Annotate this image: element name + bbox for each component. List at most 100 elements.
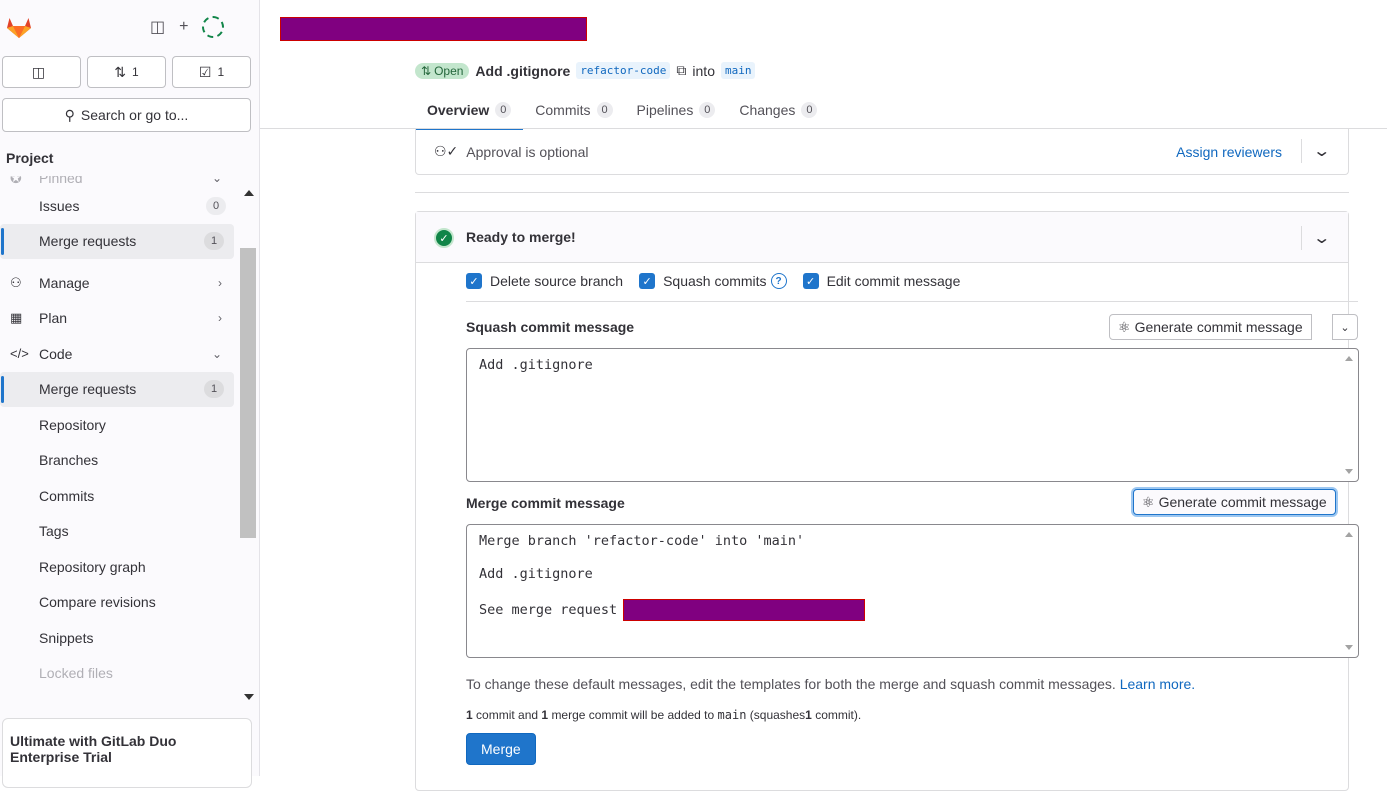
scroll-up-arrow-icon[interactable] — [1345, 532, 1353, 537]
scroll-up-arrow-icon[interactable] — [244, 190, 254, 196]
generate-dropdown-toggle[interactable]: ⌄ — [1332, 314, 1358, 340]
chevron-down-icon[interactable]: ⌄ — [1312, 228, 1331, 248]
merge-widget: ✓ Ready to merge! ⌄ ✓ Delete source bran… — [415, 211, 1359, 791]
sidebar-item-commits[interactable]: Commits — [0, 478, 236, 514]
status-badge: ⇅ Open — [415, 62, 470, 79]
todos-count-button[interactable]: ☑ 1 — [172, 56, 251, 88]
tab-count: 0 — [596, 102, 613, 118]
delete-source-branch-option[interactable]: ✓ Delete source branch — [466, 273, 623, 289]
generate-merge-message-button[interactable]: ⚛ Generate commit message — [1133, 489, 1336, 515]
edit-commit-message-option[interactable]: ✓ Edit commit message — [802, 273, 960, 289]
scroll-down-arrow-icon[interactable] — [1345, 645, 1353, 650]
sidebar-item-repository[interactable]: Repository — [0, 407, 236, 443]
copy-icon[interactable]: ⧉ — [676, 62, 686, 79]
sidebar-nav: ✪ Pinned ⌄ Issues 0 Merge requests 1 ⚇ M… — [0, 176, 236, 710]
user-counts: ◫ ⇅ 1 ☑ 1 — [0, 56, 252, 88]
sidebar-item-pinned-merge-requests[interactable]: Merge requests 1 — [0, 223, 234, 259]
merge-requests-count-button[interactable]: ⇅ 1 — [87, 56, 166, 88]
sidebar-item-manage[interactable]: ⚇ Manage › — [0, 265, 236, 301]
redacted-mr-link — [623, 599, 866, 621]
sidebar-item-code[interactable]: </> Code ⌄ — [0, 336, 236, 372]
issues-count-button[interactable]: ◫ — [2, 56, 81, 88]
sidebar-item-tags[interactable]: Tags — [0, 514, 236, 550]
squash-commits-option[interactable]: ✓ Squash commits ? — [639, 273, 787, 289]
chevron-right-icon: › — [218, 311, 222, 326]
gitlab-logo-icon[interactable] — [6, 14, 32, 40]
checkbox-checked[interactable]: ✓ — [466, 273, 482, 289]
mr-title: Add .gitignore — [475, 62, 571, 79]
checkbox-checked[interactable]: ✓ — [639, 273, 656, 289]
scroll-down-arrow-icon[interactable] — [244, 694, 254, 700]
approval-icon: ⚇✓ — [434, 143, 459, 159]
merge-request-icon: ⇅ — [421, 63, 432, 78]
tanuki-ai-icon: ⚛ — [1118, 318, 1131, 335]
sidebar-item-plan[interactable]: ▦ Plan › — [0, 301, 236, 337]
assign-reviewers-link[interactable]: Assign reviewers — [1176, 144, 1282, 160]
source-branch[interactable]: refactor-code — [576, 62, 671, 79]
help-icon[interactable]: ? — [770, 273, 787, 289]
chevron-down-icon: ⌄ — [211, 346, 222, 361]
merge-widget-header: ✓ Ready to merge! ⌄ — [416, 212, 1348, 263]
generate-squash-message-button[interactable]: ⚛ Generate commit message — [1109, 314, 1312, 340]
ready-to-merge-label: Ready to merge! — [466, 229, 576, 245]
sidebar-toggle-icon[interactable]: ◫ — [150, 17, 165, 37]
pin-icon: ✪ — [10, 176, 22, 186]
textarea-scrollbar[interactable] — [1340, 525, 1358, 657]
search-icon: ⚲ — [64, 106, 75, 123]
search-button[interactable]: ⚲ Search or go to... — [2, 98, 251, 132]
merge-commit-textarea[interactable]: Merge branch 'refactor-code' into 'main'… — [466, 524, 1359, 658]
scroll-up-arrow-icon[interactable] — [1345, 356, 1353, 361]
checkbox-checked[interactable]: ✓ — [802, 273, 819, 289]
scroll-down-arrow-icon[interactable] — [1345, 469, 1353, 474]
divider — [1301, 139, 1302, 163]
squash-commit-label: Squash commit message — [466, 319, 635, 335]
divider — [466, 301, 1358, 302]
mr-sticky-header: ⇅ Open Add .gitignore refactor-code ⧉ in… — [415, 62, 756, 79]
users-icon: ⚇ — [10, 274, 22, 290]
chevron-down-icon: ⌄ — [1340, 321, 1350, 334]
merge-request-icon: ⇅ — [114, 63, 127, 80]
sidebar-item-branches[interactable]: Branches — [0, 443, 236, 479]
sidebar-item-repository-graph[interactable]: Repository graph — [0, 549, 236, 585]
main-content: ⇅ Open Add .gitignore refactor-code ⧉ in… — [260, 0, 1387, 791]
sidebar-item-pinned-issues[interactable]: Issues 0 — [0, 188, 236, 224]
textarea-scrollbar[interactable] — [1340, 349, 1358, 481]
approval-widget: ⚇✓ Approval is optional Assign reviewers… — [415, 129, 1349, 175]
tab-count: 0 — [495, 102, 512, 118]
chevron-down-icon[interactable]: ⌄ — [1312, 141, 1331, 161]
sidebar-item-compare-revisions[interactable]: Compare revisions — [0, 585, 236, 621]
sidebar-header: ◫ + — [0, 0, 260, 54]
count-badge: 1 — [204, 380, 224, 399]
tab-overview[interactable]: Overview 0 — [415, 92, 524, 130]
project-label: Project — [6, 150, 54, 166]
merge-button[interactable]: Merge — [466, 733, 536, 765]
success-check-icon: ✓ — [434, 228, 454, 248]
tab-commits[interactable]: Commits 0 — [523, 92, 624, 128]
code-icon: </> — [10, 346, 29, 362]
issues-icon: ◫ — [31, 63, 46, 80]
plus-icon[interactable]: + — [179, 18, 188, 36]
count-badge: 0 — [206, 196, 226, 215]
tanuki-ai-icon: ⚛ — [1142, 493, 1155, 510]
tab-pipelines[interactable]: Pipelines 0 — [625, 92, 728, 128]
learn-more-link[interactable]: Learn more. — [1120, 676, 1195, 692]
trial-widget[interactable]: Ultimate with GitLab Duo Enterprise Tria… — [2, 718, 252, 788]
chevron-right-icon: › — [218, 275, 222, 290]
merge-options: ✓ Delete source branch ✓ Squash commits … — [466, 273, 960, 289]
avatar[interactable] — [202, 16, 225, 38]
count-badge: 1 — [204, 232, 224, 251]
pinned-section[interactable]: ✪ Pinned ⌄ — [0, 176, 236, 188]
scroll-thumb[interactable] — [240, 248, 256, 538]
sidebar-item-locked-files[interactable]: Locked files — [0, 656, 236, 692]
template-hint: To change these default messages, edit t… — [466, 676, 1196, 692]
squash-commit-textarea[interactable]: Add .gitignore — [466, 348, 1359, 482]
sidebar-item-merge-requests[interactable]: Merge requests 1 — [0, 371, 234, 407]
target-branch[interactable]: main — [720, 62, 756, 79]
tab-count: 0 — [699, 102, 716, 118]
tab-changes[interactable]: Changes 0 — [727, 92, 829, 128]
redacted-breadcrumb — [280, 17, 587, 41]
sidebar-item-snippets[interactable]: Snippets — [0, 620, 236, 656]
mr-tabs: Overview 0 Commits 0 Pipelines 0 Changes… — [415, 92, 829, 130]
divider — [415, 192, 1349, 193]
sidebar-scrollbar[interactable] — [238, 176, 258, 710]
